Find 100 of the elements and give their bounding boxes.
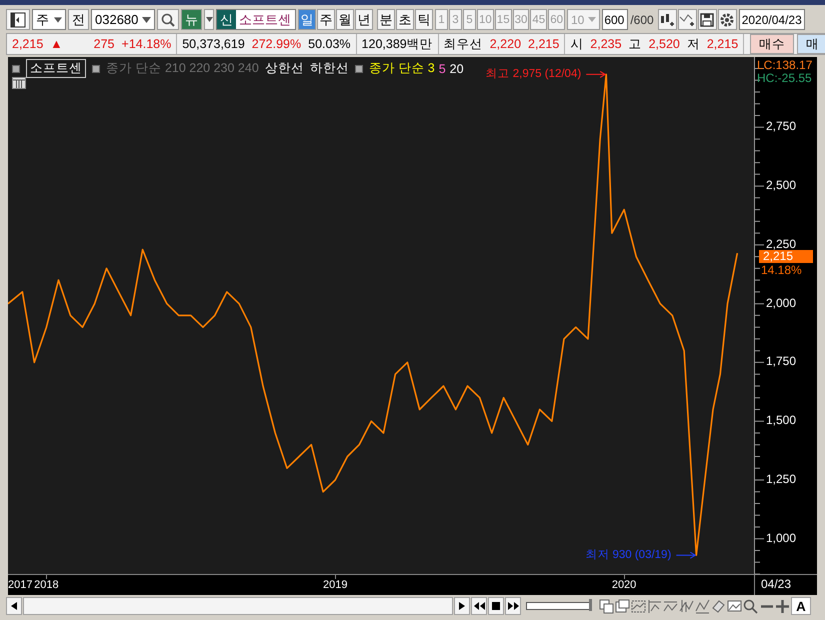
quote-value: 2,220: [490, 37, 522, 51]
quote-label: 최우선: [444, 36, 483, 52]
bar-line-button[interactable]: [679, 597, 694, 615]
period-tab[interactable]: 일: [298, 9, 316, 30]
fast-forward-button[interactable]: [505, 597, 521, 615]
hc-value: HC:-25.55: [757, 71, 812, 85]
wave-icon: [695, 598, 710, 614]
quote-label: 고: [628, 36, 642, 52]
save-button[interactable]: [698, 9, 717, 30]
period-tab[interactable]: 년: [355, 9, 373, 30]
quote-value: ▲: [50, 37, 63, 51]
quote-value: 2,235: [590, 37, 622, 51]
search-button[interactable]: [157, 9, 179, 30]
scroll-left-button[interactable]: [6, 597, 22, 615]
axis-label: 2,250: [766, 236, 796, 251]
legend-item: 하한선: [310, 60, 349, 77]
dropdown-caret-icon: [206, 17, 212, 22]
date-field[interactable]: 2020/04/23: [738, 9, 805, 30]
credit-badge: 신: [217, 10, 236, 29]
overlay-button[interactable]: [599, 597, 614, 615]
search-button[interactable]: [743, 597, 758, 615]
settings-button[interactable]: [718, 9, 737, 30]
change-tag: 14.18%: [761, 263, 802, 278]
period-tab[interactable]: 주: [317, 9, 335, 30]
stock-name-field[interactable]: 신 소프트센: [216, 9, 296, 30]
slider-thumb[interactable]: [589, 599, 592, 611]
period-tab[interactable]: 초: [396, 9, 414, 30]
count-total: /600: [630, 12, 654, 26]
price-tag: 2,215: [759, 250, 813, 264]
extreme-label: 최고 2,975 (12/04): [486, 67, 582, 82]
axis-label: 2017: [8, 579, 32, 591]
fast-forward-icon: [508, 602, 518, 610]
scroll-left-icon: [11, 602, 17, 610]
quote-value: +14.18%: [122, 37, 172, 51]
layout-button[interactable]: [6, 9, 30, 30]
line-add-icon: [679, 12, 696, 28]
news-dropdown[interactable]: [204, 9, 214, 30]
news-button[interactable]: 뉴: [181, 9, 202, 30]
quote-value: 50.03%: [308, 37, 351, 51]
candle-add-button[interactable]: [658, 9, 677, 30]
quote-value: 2,520: [648, 37, 680, 51]
axis-label: 1,000: [766, 530, 796, 545]
window-icon: [615, 599, 630, 613]
axis-label: 2019: [323, 579, 348, 591]
grid-icon: [12, 77, 26, 89]
zoom-in-button[interactable]: [775, 597, 790, 615]
settings-icon: [719, 12, 736, 28]
legend-marker-icon: [354, 64, 363, 72]
legend-title: 소프트센: [26, 59, 86, 78]
zoom-out-icon: [760, 604, 772, 608]
zoom-slider[interactable]: [526, 602, 592, 610]
period-tab[interactable]: 틱: [415, 9, 433, 30]
axis-label: 2,750: [766, 119, 796, 134]
period-tab[interactable]: 월: [336, 9, 354, 30]
eraser-icon: [712, 599, 726, 613]
extreme-label: 최저 930 (03/19): [585, 548, 672, 562]
axis-label: 2,500: [766, 178, 796, 192]
quote-value: 2,215: [706, 37, 738, 51]
market-select[interactable]: 주: [32, 9, 66, 30]
quote-label: 시: [570, 36, 584, 52]
buy-button[interactable]: 매수: [750, 34, 794, 54]
zoom-in-icon: [776, 600, 789, 612]
axis-label: 1,250: [766, 472, 796, 486]
candle-add-icon: [659, 12, 676, 28]
rewind-icon: [474, 602, 484, 610]
auto-button[interactable]: A: [791, 597, 811, 615]
dotted-chart-icon: [631, 599, 646, 613]
legend-marker-icon: [92, 64, 100, 72]
picture-icon: [727, 600, 742, 612]
scroll-right-button[interactable]: [454, 597, 470, 615]
sell-button[interactable]: 매: [797, 34, 825, 54]
all-button[interactable]: 전: [68, 9, 89, 30]
legend-item: 상한선: [264, 60, 304, 77]
quote-value: 275: [94, 37, 115, 51]
axis-label: 2018: [34, 579, 59, 591]
window-button[interactable]: [615, 597, 630, 615]
trend-line-icon: [663, 600, 678, 612]
stop-button[interactable]: [488, 597, 504, 615]
quote-value: 2,215: [528, 37, 560, 51]
period-tab[interactable]: 분: [377, 9, 395, 30]
wave-button[interactable]: [695, 597, 710, 615]
search-icon: [743, 598, 758, 614]
legend-marker-icon: [12, 64, 20, 72]
line-add-button[interactable]: [678, 9, 697, 30]
count-field[interactable]: 600: [602, 9, 628, 30]
save-icon: [699, 12, 716, 28]
stop-icon: [492, 602, 500, 610]
dropdown-caret-icon: [588, 17, 596, 22]
axis-label: 1,750: [766, 354, 796, 368]
panel-icon: [10, 12, 26, 28]
extreme-arrow: [586, 70, 606, 78]
axis-label: 04/23: [761, 577, 792, 591]
bar-line-icon: [679, 599, 694, 613]
dropdown-caret-icon: [142, 16, 151, 22]
scroll-right-icon: [459, 602, 465, 610]
legend-item: 20: [450, 62, 464, 76]
legend-item: 5: [438, 62, 446, 76]
quote-label: 저: [686, 36, 700, 52]
code-field[interactable]: 032680: [91, 9, 155, 30]
rewind-button[interactable]: [471, 597, 487, 615]
